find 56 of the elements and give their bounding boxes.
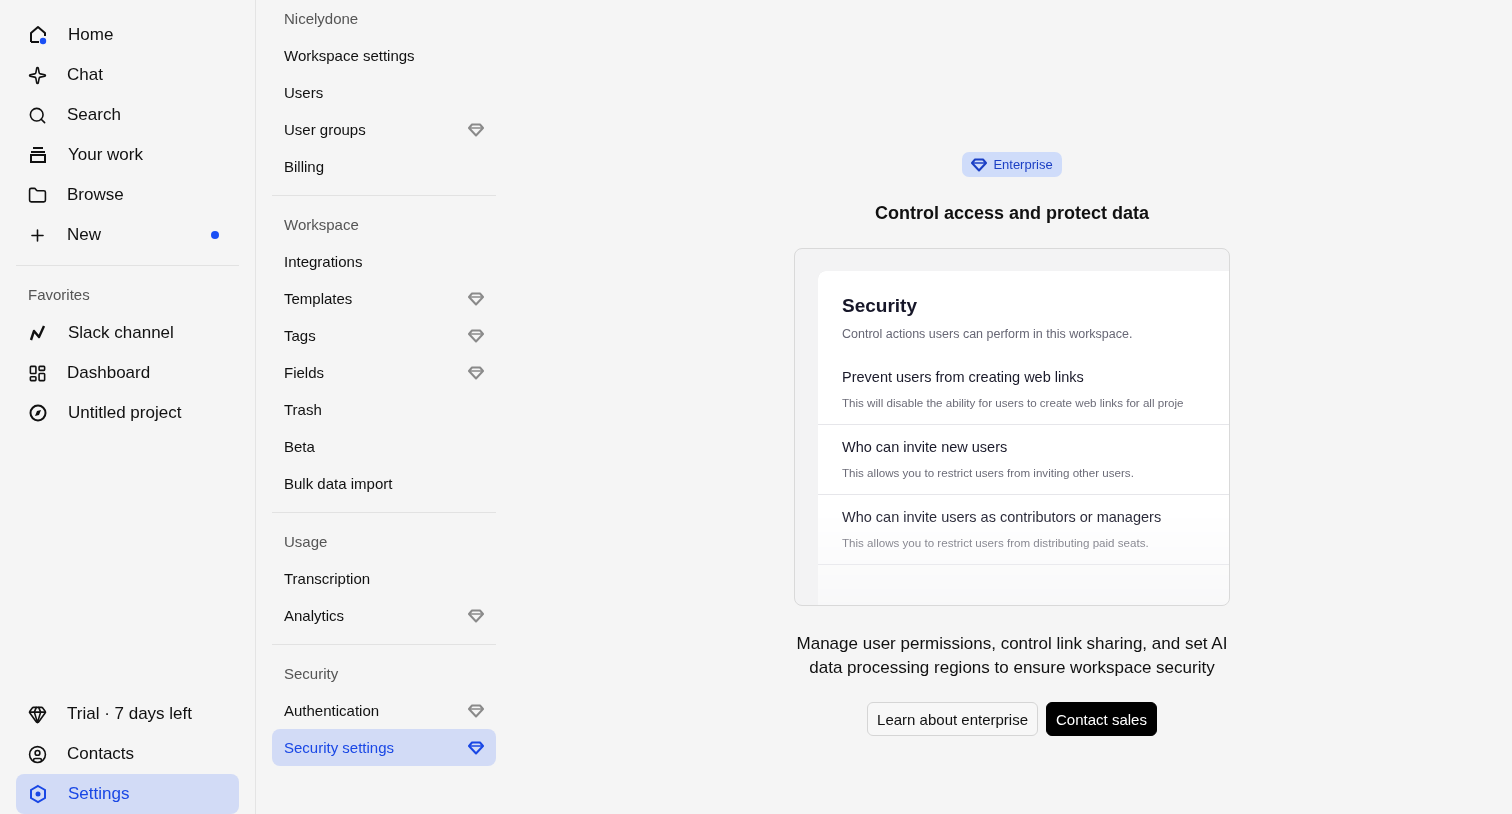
nav-item[interactable]: Contacts (16, 734, 239, 774)
setting-title: Who can invite new users (842, 439, 1009, 455)
nav-item[interactable]: Home (16, 15, 239, 55)
favorite-item[interactable]: Untitled project (16, 393, 239, 433)
setting-title: Prevent users from creating web links (842, 369, 1085, 385)
nav-item[interactable]: Browse (16, 175, 239, 215)
settings-nav-item[interactable]: Analytics (272, 597, 496, 634)
section-title: Favorites (27, 285, 91, 305)
favorite-item[interactable]: Dashboard (16, 353, 239, 393)
nav-item[interactable]: Settings (16, 774, 239, 814)
nav-item[interactable]: Search (16, 95, 239, 135)
settings-nav-item[interactable]: Transcription (272, 560, 496, 597)
nav-item[interactable]: Trial · 7 days left (16, 694, 239, 734)
settings-nav-item[interactable]: Workspace settings (272, 37, 496, 74)
settings-nav-item[interactable]: Fields (272, 354, 496, 391)
settings-nav-item[interactable]: Integrations (272, 243, 496, 280)
search-icon (28, 105, 47, 125)
setting-description: This allows you to restrict users from distributing paid seats. (842, 536, 1150, 549)
dashboard-icon (28, 363, 47, 383)
page-title: Control access and protect data (874, 203, 1150, 224)
settings-nav-item[interactable]: Beta (272, 428, 496, 465)
learn-more-button[interactable]: Learn about enterprise (867, 702, 1038, 736)
description: Manage user permissions, control link sharing, and set AI data processing regions to ensure workspace security (795, 633, 1229, 679)
section-title: Security (283, 664, 340, 684)
folder-icon (28, 185, 47, 205)
stack-icon (28, 145, 48, 165)
settings-nav-item[interactable]: Users (272, 74, 496, 111)
favorite-item[interactable]: Slack channel (16, 313, 239, 353)
settings-nav-item[interactable]: Tags (272, 317, 496, 354)
diamond-icon (971, 157, 988, 172)
nav-item[interactable]: New (16, 215, 239, 255)
compass-icon (28, 403, 48, 423)
settings-nav-item[interactable]: Trash (272, 391, 496, 428)
nav-item[interactable]: Chat (16, 55, 239, 95)
user-icon (28, 744, 47, 764)
home-icon (28, 25, 48, 45)
preview-title: Security (841, 295, 918, 317)
setting-title: Who can invite users as contributors or managers (842, 509, 1163, 525)
setting-description: This allows you to restrict users from inviting other users. (842, 466, 1135, 479)
section-title: Usage (283, 532, 329, 552)
diamond-icon (28, 704, 47, 724)
settings-nav-item[interactable]: Bulk data import (272, 465, 496, 502)
setting-description: This will disable the ability for users to create web links for all proje (842, 396, 1185, 409)
contact-button[interactable]: Contact sales (1046, 702, 1157, 736)
preview-subtitle: Control actions users can perform in this workspace. (841, 327, 1134, 341)
section-title: Nicelydone (283, 9, 360, 29)
settings-nav-item[interactable]: Authentication (272, 692, 496, 729)
sparkle-icon (28, 65, 47, 85)
enterprise-badge: Enterprise (962, 152, 1062, 177)
settings-nav-item[interactable]: Security settings (272, 729, 496, 766)
nav-item[interactable]: Your work (16, 135, 239, 175)
line-chart-icon (28, 323, 48, 343)
settings-nav-item[interactable]: User groups (272, 111, 496, 148)
settings-nav-item[interactable]: Billing (272, 148, 496, 185)
settings-nav-item[interactable]: Templates (272, 280, 496, 317)
section-title: Workspace (283, 215, 360, 235)
